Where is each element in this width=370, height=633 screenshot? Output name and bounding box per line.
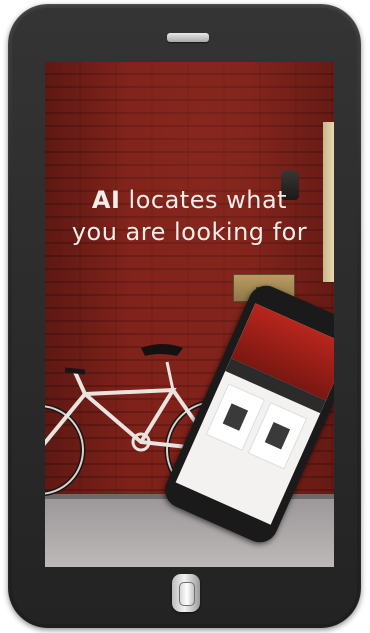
headline-line-1-rest: locates what — [120, 186, 288, 214]
headline-line-2: you are looking for — [71, 218, 308, 246]
app-screen: AI locates what you are looking for — [45, 62, 334, 567]
headline: AI locates what you are looking for — [45, 184, 334, 248]
headline-line-1: AI locates what — [45, 184, 334, 216]
headline-strong: AI — [91, 186, 121, 214]
home-button-icon[interactable] — [172, 574, 200, 612]
speaker-grille-icon — [167, 33, 209, 42]
